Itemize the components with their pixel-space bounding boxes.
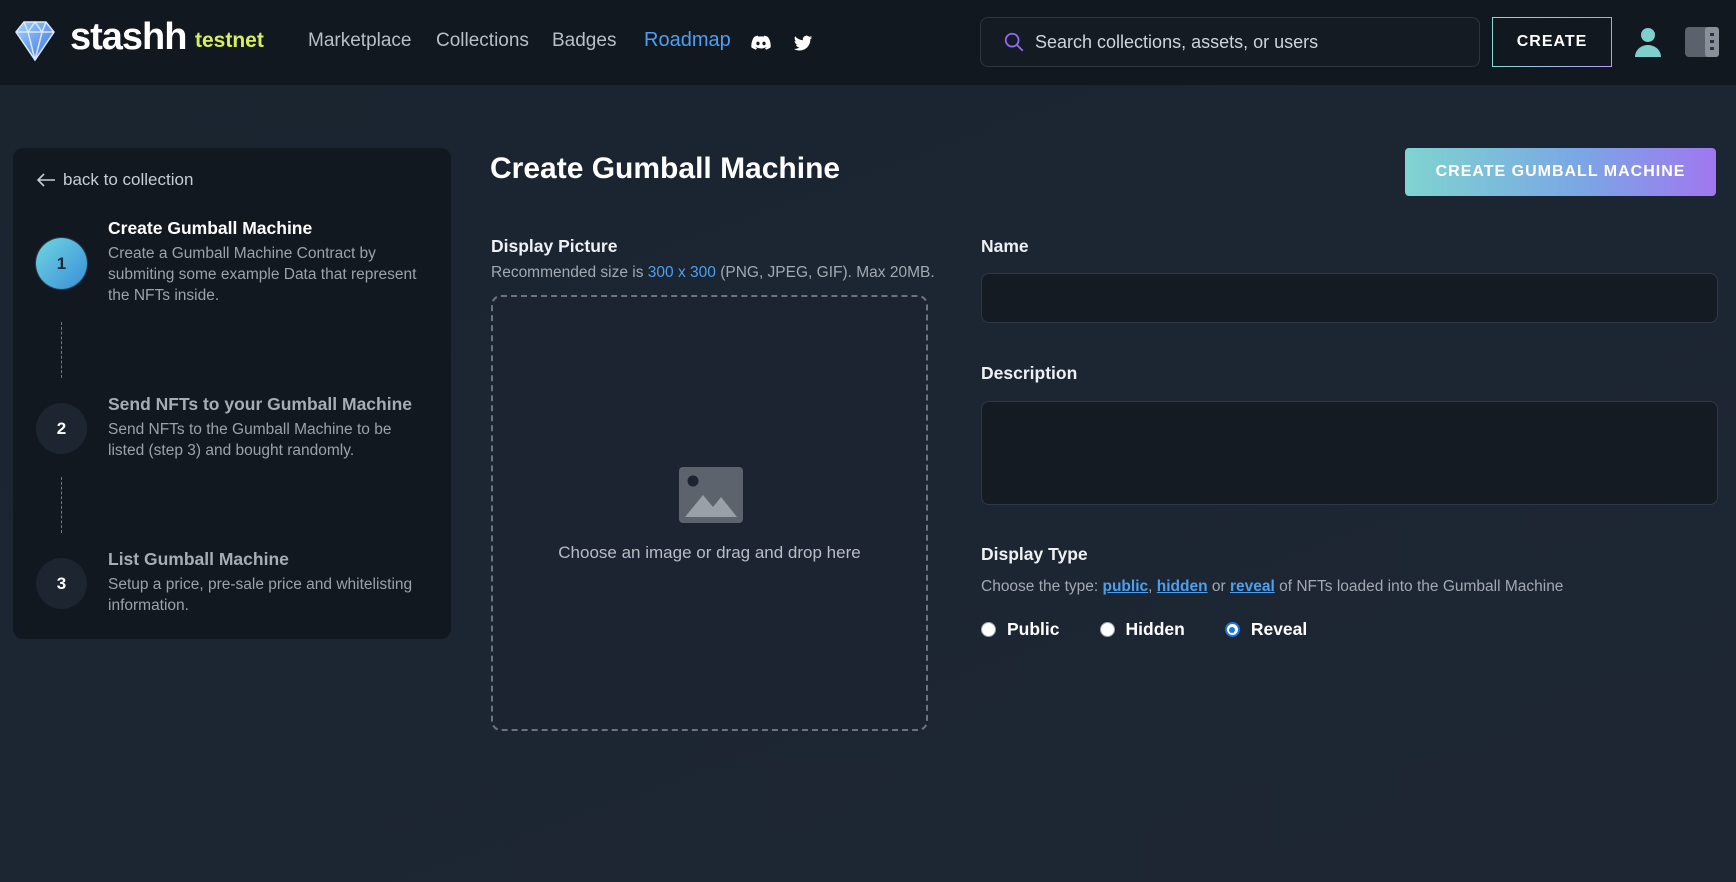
image-dropzone[interactable]: Choose an image or drag and drop here [491, 295, 928, 731]
separator: or [1207, 578, 1230, 595]
nav-badges[interactable]: Badges [552, 30, 616, 52]
dropzone-text: Choose an image or drag and drop here [558, 543, 861, 562]
create-gumball-machine-button[interactable]: CREATE GUMBALL MACHINE [1405, 148, 1716, 196]
steps-panel: back to collection 1 Create Gumball Mach… [13, 148, 451, 639]
create-button[interactable]: CREATE [1492, 17, 1612, 67]
step-1-number: 1 [36, 238, 87, 289]
step-3-number: 3 [36, 558, 87, 609]
description-field[interactable] [981, 401, 1718, 505]
description-input[interactable] [982, 402, 1717, 504]
display-picture-help: Recommended size is 300 x 300 (PNG, JPEG… [491, 264, 935, 282]
radio-hidden[interactable]: Hidden [1099, 619, 1185, 640]
top-navbar: stashh testnet Marketplace Collections B… [0, 0, 1736, 85]
page-title: Create Gumball Machine [490, 152, 841, 185]
help-suffix: of NFTs loaded into the Gumball Machine [1274, 578, 1564, 595]
network-badge: testnet [195, 29, 264, 52]
step-1-title: Create Gumball Machine [108, 218, 313, 238]
twitter-icon[interactable] [792, 32, 814, 54]
public-link[interactable]: public [1103, 578, 1149, 595]
back-to-collection-link[interactable]: back to collection [35, 170, 193, 190]
name-input[interactable] [982, 274, 1717, 322]
radio-button[interactable] [1099, 622, 1115, 637]
brand-name[interactable]: stashh [70, 16, 187, 59]
description-label: Description [981, 363, 1078, 383]
radio-button[interactable] [981, 622, 996, 637]
nav-roadmap[interactable]: Roadmap [644, 29, 731, 52]
step-connector [61, 477, 62, 533]
step-2-title: Send NFTs to your Gumball Machine [108, 394, 413, 414]
step-3-title: List Gumball Machine [108, 549, 289, 569]
step-2-number: 2 [36, 403, 87, 454]
separator: , [1148, 578, 1157, 595]
step-1-description: Create a Gumball Machine Contract by sub… [108, 245, 417, 304]
help-size: 300 x 300 [647, 264, 716, 281]
step-connector [61, 322, 62, 378]
radio-label: Hidden [1125, 619, 1185, 639]
display-type-radio-group: Public Hidden Reveal [981, 619, 1347, 640]
radio-reveal[interactable]: Reveal [1224, 619, 1308, 640]
reveal-link[interactable]: reveal [1230, 578, 1275, 595]
search-input[interactable] [1035, 18, 1465, 66]
display-type-label: Display Type [981, 544, 1088, 564]
radio-button-selected[interactable] [1224, 622, 1240, 637]
display-type-help: Choose the type: public, hidden or revea… [981, 578, 1563, 596]
help-prefix: Choose the type: [981, 578, 1103, 595]
search-icon [1004, 32, 1024, 52]
name-label: Name [981, 236, 1029, 256]
radio-label: Public [1007, 619, 1060, 639]
gem-logo-icon [15, 20, 55, 62]
radio-label: Reveal [1250, 619, 1308, 639]
help-prefix: Recommended size is [491, 264, 648, 281]
back-label: back to collection [63, 170, 194, 189]
nav-marketplace[interactable]: Marketplace [308, 30, 412, 52]
nav-collections[interactable]: Collections [436, 30, 529, 52]
hidden-link[interactable]: hidden [1157, 578, 1208, 595]
step-3-description: Setup a price, pre-sale price and whitel… [108, 576, 413, 614]
step-2-description: Send NFTs to the Gumball Machine to be l… [108, 421, 392, 459]
radio-public[interactable]: Public [981, 619, 1060, 640]
name-field[interactable] [981, 273, 1718, 323]
search-bar[interactable] [980, 17, 1480, 67]
side-panel-icon[interactable] [1684, 26, 1720, 58]
discord-icon[interactable] [750, 32, 772, 54]
arrow-left-icon [36, 173, 55, 187]
image-placeholder-icon [679, 467, 743, 523]
logo[interactable] [12, 18, 58, 64]
display-picture-label: Display Picture [491, 236, 618, 256]
help-suffix: (PNG, JPEG, GIF). Max 20MB. [715, 264, 935, 281]
user-icon[interactable] [1633, 26, 1663, 58]
